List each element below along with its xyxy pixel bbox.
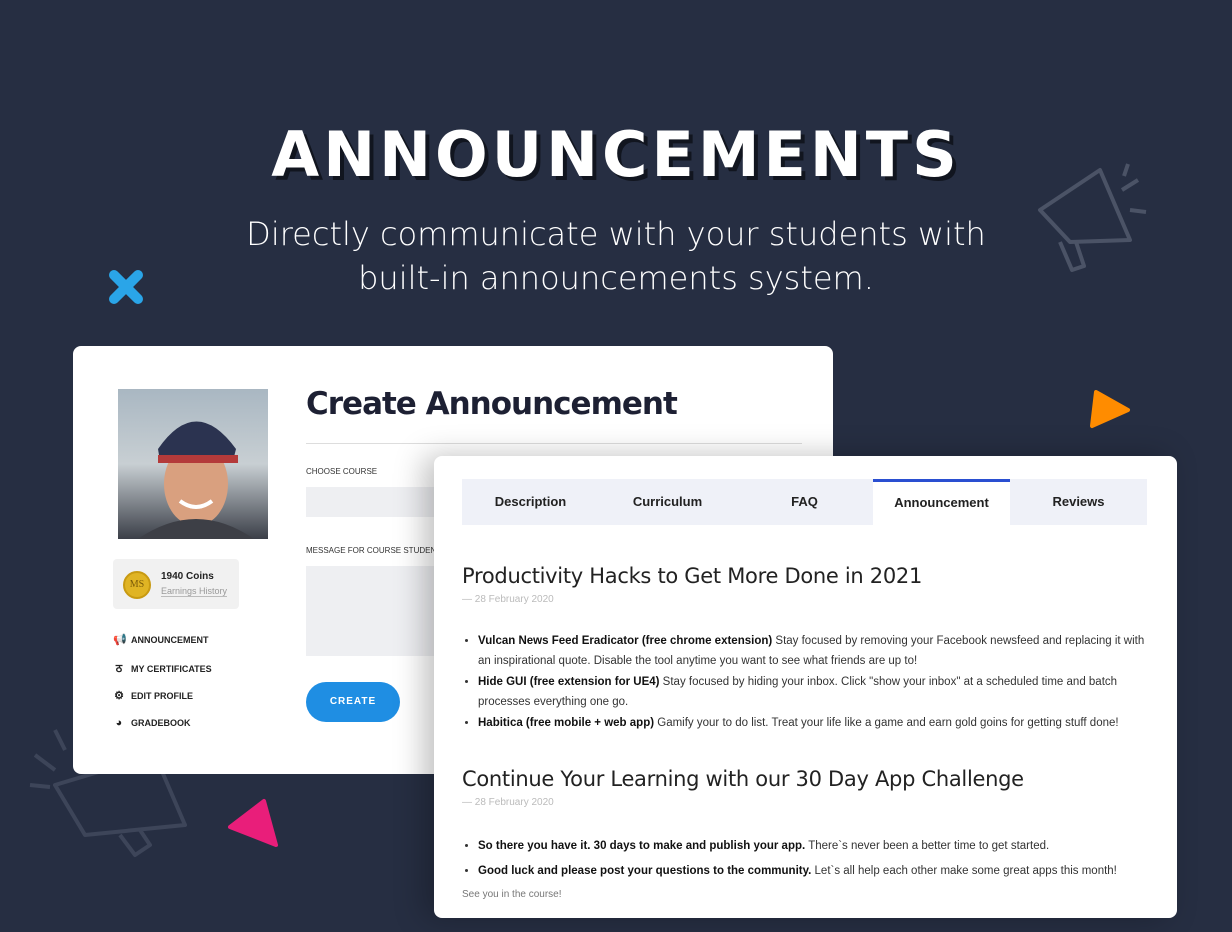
earnings-history-link[interactable]: Earnings History <box>161 586 228 597</box>
menu-label: ANNOUNCEMENT <box>131 634 209 645</box>
menu-label: MY CERTIFICATES <box>131 663 212 674</box>
announcement-footer: See you in the course! <box>462 889 562 900</box>
menu-item-certificates[interactable]: ठ MY CERTIFICATES <box>113 661 212 676</box>
divider <box>306 443 802 444</box>
triangle-decoration-icon <box>1090 390 1130 428</box>
x-decoration-icon <box>109 270 143 304</box>
announcement-date: — 28 February 2020 <box>462 797 554 808</box>
course-announcements-panel: Description Curriculum FAQ Announcement … <box>434 456 1177 918</box>
page-title: Create Announcement <box>306 386 678 422</box>
menu-label: GRADEBOOK <box>131 718 191 728</box>
tab-curriculum[interactable]: Curriculum <box>599 479 736 525</box>
menu-item-announcement[interactable]: 📢 ANNOUNCEMENT <box>113 633 209 646</box>
course-label: CHOOSE COURSE <box>306 467 378 476</box>
item-bold: Habitica (free mobile + web app) <box>478 717 655 729</box>
item-text: Let`s all help each other make some grea… <box>811 865 1117 877</box>
gear-icon: ⚙ <box>114 690 124 702</box>
tab-reviews[interactable]: Reviews <box>1010 479 1147 525</box>
menu-label: EDIT PROFILE <box>131 690 194 701</box>
coins-widget: MS 1940 Coins Earnings History <box>113 559 239 609</box>
list-item: So there you have it. 30 days to make an… <box>478 834 1152 858</box>
item-bold: Vulcan News Feed Eradicator (free chrome… <box>478 635 773 647</box>
menu-item-gradebook[interactable]: ◕ GRADEBOOK <box>113 717 191 729</box>
message-label: MESSAGE FOR COURSE STUDENTS <box>306 546 447 555</box>
tab-faq[interactable]: FAQ <box>736 479 873 525</box>
coin-logo: MS <box>123 571 151 599</box>
item-bold: So there you have it. 30 days to make an… <box>478 840 806 852</box>
item-text: There`s never been a better time to get … <box>805 840 1050 852</box>
pie-chart-icon: ◕ <box>115 717 123 729</box>
menu-item-edit-profile[interactable]: ⚙ EDIT PROFILE <box>113 689 193 702</box>
list-item: Habitica (free mobile + web app) Gamify … <box>478 713 1152 733</box>
item-bold: Good luck and please post your questions… <box>478 865 812 877</box>
tab-description[interactable]: Description <box>462 479 599 525</box>
announcement-title: Continue Your Learning with our 30 Day A… <box>462 767 1024 791</box>
announcement-item: Productivity Hacks to Get More Done in 2… <box>462 564 1152 734</box>
announcement-item: Continue Your Learning with our 30 Day A… <box>462 767 1152 900</box>
megaphone-icon: 📢 <box>113 634 127 646</box>
list-item: Vulcan News Feed Eradicator (free chrome… <box>478 631 1152 671</box>
announcement-date: — 28 February 2020 <box>462 594 554 605</box>
item-text: Gamify your to do list. Treat your life … <box>654 717 1119 729</box>
list-item: Hide GUI (free extension for UE4) Stay f… <box>478 672 1152 712</box>
coins-count: 1940 Coins <box>161 571 214 582</box>
course-tabs: Description Curriculum FAQ Announcement … <box>462 479 1147 525</box>
tab-announcement[interactable]: Announcement <box>873 479 1010 525</box>
medal-icon: ठ <box>115 663 123 675</box>
megaphone-outline-icon <box>1038 163 1147 272</box>
triangle-decoration-icon <box>228 799 278 847</box>
list-item: Good luck and please post your questions… <box>478 859 1152 883</box>
avatar <box>118 389 268 539</box>
item-bold: Hide GUI (free extension for UE4) <box>478 676 660 688</box>
announcement-title: Productivity Hacks to Get More Done in 2… <box>462 564 923 588</box>
create-button[interactable]: CREATE <box>306 682 400 722</box>
